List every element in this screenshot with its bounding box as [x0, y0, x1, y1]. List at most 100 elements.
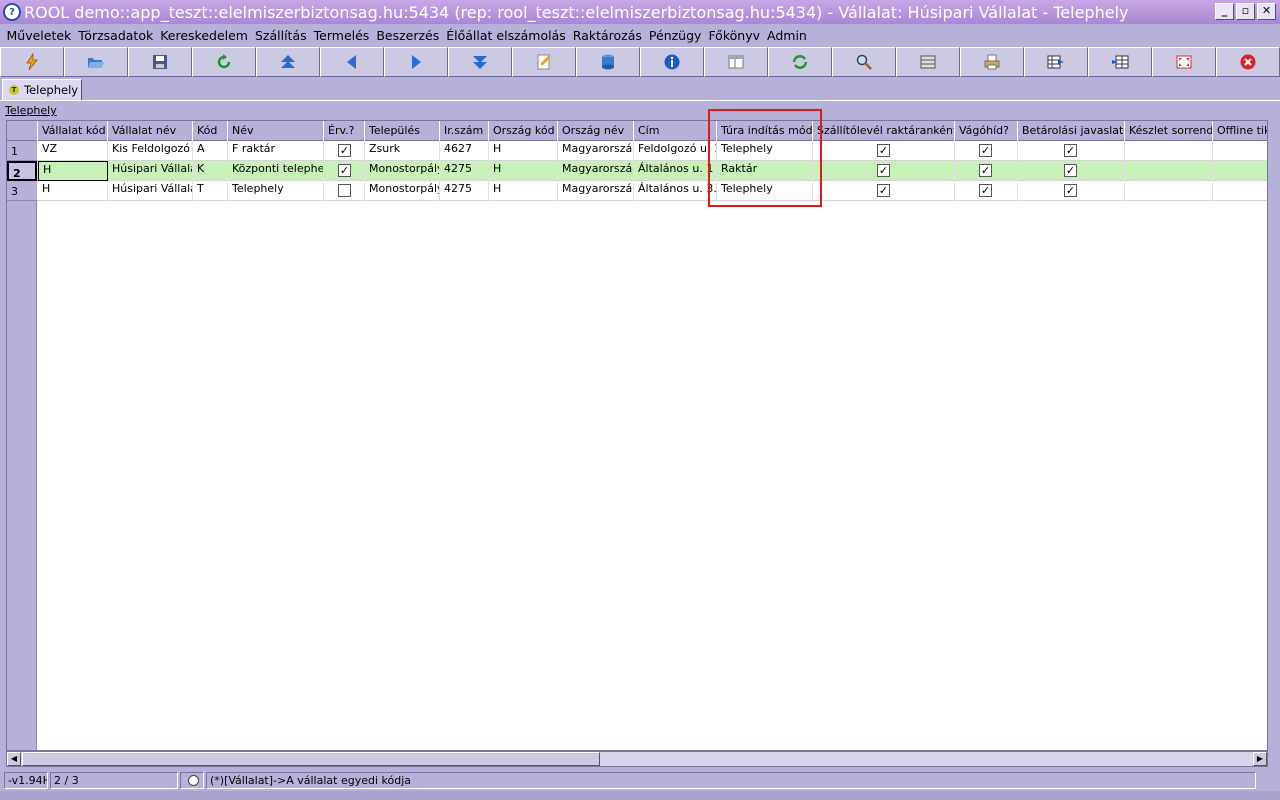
- menu-termeles[interactable]: Termelés: [310, 28, 373, 43]
- erv-checkbox[interactable]: ✓: [338, 144, 351, 157]
- cell-irszam[interactable]: 4275: [440, 161, 489, 181]
- menu-muveletek[interactable]: Műveletek: [3, 28, 75, 43]
- close-window-button[interactable]: ✕: [1257, 3, 1276, 20]
- cell-nev[interactable]: F raktár: [228, 141, 324, 161]
- row-number[interactable]: 3: [7, 181, 37, 201]
- menu-szallitas[interactable]: Szállítás: [251, 28, 310, 43]
- cell-orszag-nev[interactable]: Magyarország: [558, 181, 634, 201]
- mode-radio[interactable]: [188, 775, 199, 786]
- cell-cim[interactable]: Általános u. 3.: [634, 181, 717, 201]
- menu-kereskedelem[interactable]: Kereskedelem: [157, 28, 252, 43]
- horizontal-scrollbar[interactable]: ◀ ▶: [6, 751, 1268, 767]
- betarolasi-checkbox[interactable]: ✓: [1064, 184, 1077, 197]
- vagohid-checkbox[interactable]: ✓: [979, 144, 992, 157]
- cell-vagohid[interactable]: ✓: [955, 141, 1018, 161]
- open-button[interactable]: [64, 47, 128, 77]
- betarolasi-checkbox[interactable]: ✓: [1064, 144, 1077, 157]
- first-record-button[interactable]: [256, 47, 320, 77]
- header-betarolasi-javaslat[interactable]: Betárolási javaslat?: [1018, 121, 1125, 141]
- cell-vallalat-kod[interactable]: VZ: [38, 141, 108, 161]
- szallitolevel-checkbox[interactable]: ✓: [877, 144, 890, 157]
- next-record-button[interactable]: [384, 47, 448, 77]
- tab-telephely[interactable]: T Telephely: [2, 79, 82, 100]
- scroll-thumb[interactable]: [22, 752, 600, 766]
- minimize-button[interactable]: _: [1215, 3, 1234, 20]
- section-label[interactable]: Telephely: [5, 104, 57, 117]
- cell-irszam[interactable]: 4627: [440, 141, 489, 161]
- erv-checkbox[interactable]: [338, 184, 351, 197]
- row-number[interactable]: 1: [7, 141, 37, 161]
- header-vagohid[interactable]: Vágóhíd?: [955, 121, 1018, 141]
- szallitolevel-checkbox[interactable]: ✓: [877, 164, 890, 177]
- menu-beszerzes[interactable]: Beszerzés: [373, 28, 443, 43]
- cell-kod[interactable]: K: [193, 161, 228, 181]
- cell-keszlet-sorrend[interactable]: [1125, 141, 1213, 161]
- cell-cim[interactable]: Általános u. 1: [634, 161, 717, 181]
- scroll-right-icon[interactable]: ▶: [1253, 752, 1267, 766]
- search-button[interactable]: [832, 47, 896, 77]
- menu-admin[interactable]: Admin: [764, 28, 811, 43]
- menu-eloallat-elszamolas[interactable]: Élőállat elszámolás: [443, 28, 570, 43]
- cell-keszlet-sorrend[interactable]: [1125, 181, 1213, 201]
- cell-erv[interactable]: [324, 181, 365, 201]
- table-row-selected[interactable]: 2 H Húsipari Vállalat K Központi telephe…: [7, 161, 1267, 181]
- cell-orszag-nev[interactable]: Magyarország: [558, 161, 634, 181]
- cell-telepules[interactable]: Monostorpályi: [365, 181, 440, 201]
- grid-export-button[interactable]: [1024, 47, 1088, 77]
- cell-vagohid[interactable]: ✓: [955, 161, 1018, 181]
- menu-raktarozas[interactable]: Raktározás: [569, 28, 645, 43]
- header-erv[interactable]: Érv.?: [324, 121, 365, 141]
- vagohid-checkbox[interactable]: ✓: [979, 184, 992, 197]
- database-button[interactable]: [576, 47, 640, 77]
- cell-szallitolevel[interactable]: ✓: [813, 181, 955, 201]
- cell-offline-tikett[interactable]: [1213, 181, 1267, 201]
- cell-vallalat-nev[interactable]: Kis Feldolgozó: [108, 141, 193, 161]
- edit-button[interactable]: [512, 47, 576, 77]
- header-irszam[interactable]: Ir.szám: [440, 121, 489, 141]
- header-orszag-kod[interactable]: Ország kód: [489, 121, 558, 141]
- szallitolevel-checkbox[interactable]: ✓: [877, 184, 890, 197]
- fullscreen-button[interactable]: [1152, 47, 1216, 77]
- cell-cim[interactable]: Feldolgozó u. 1: [634, 141, 717, 161]
- cell-nev[interactable]: Telephely: [228, 181, 324, 201]
- prev-record-button[interactable]: [320, 47, 384, 77]
- cell-betarolasi[interactable]: ✓: [1018, 181, 1125, 201]
- menu-penzugy[interactable]: Pénzügy: [645, 28, 705, 43]
- cell-erv[interactable]: ✓: [324, 161, 365, 181]
- header-szallitolevel-raktarankent[interactable]: Szállítólevél raktáranként?: [813, 121, 955, 141]
- cell-nev[interactable]: Központi telephely: [228, 161, 324, 181]
- columns-button[interactable]: [896, 47, 960, 77]
- cell-orszag-nev[interactable]: Magyarország: [558, 141, 634, 161]
- cell-irszam[interactable]: 4275: [440, 181, 489, 201]
- cell-orszag-kod[interactable]: H: [489, 181, 558, 201]
- header-offline-tikett[interactable]: Offline tikett: [1213, 121, 1267, 141]
- cell-vallalat-kod[interactable]: H: [38, 181, 108, 201]
- cell-vallalat-nev[interactable]: Húsipari Vállalat: [108, 161, 193, 181]
- cell-kod[interactable]: A: [193, 141, 228, 161]
- last-record-button[interactable]: [448, 47, 512, 77]
- cell-orszag-kod[interactable]: H: [489, 161, 558, 181]
- header-vallalat-kod[interactable]: Vállalat kód: [38, 121, 108, 141]
- erv-checkbox[interactable]: ✓: [338, 164, 351, 177]
- betarolasi-checkbox[interactable]: ✓: [1064, 164, 1077, 177]
- header-cim[interactable]: Cím: [634, 121, 717, 141]
- vagohid-checkbox[interactable]: ✓: [979, 164, 992, 177]
- restore-button[interactable]: ▫: [1236, 3, 1255, 20]
- header-telepules[interactable]: Település: [365, 121, 440, 141]
- cell-offline-tikett[interactable]: [1213, 161, 1267, 181]
- refresh-green-button[interactable]: [192, 47, 256, 77]
- row-number[interactable]: 2: [7, 161, 37, 181]
- cell-telepules[interactable]: Zsurk: [365, 141, 440, 161]
- info-button[interactable]: [640, 47, 704, 77]
- cell-orszag-kod[interactable]: H: [489, 141, 558, 161]
- print-button[interactable]: [960, 47, 1024, 77]
- menu-fokonyv[interactable]: Főkönyv: [705, 28, 764, 43]
- cell-szallitolevel[interactable]: ✓: [813, 161, 955, 181]
- lightning-button[interactable]: [0, 47, 64, 77]
- cell-vagohid[interactable]: ✓: [955, 181, 1018, 201]
- scroll-left-icon[interactable]: ◀: [7, 752, 21, 766]
- header-kod[interactable]: Kód: [193, 121, 228, 141]
- cell-betarolasi[interactable]: ✓: [1018, 161, 1125, 181]
- cell-erv[interactable]: ✓: [324, 141, 365, 161]
- header-orszag-nev[interactable]: Ország név: [558, 121, 634, 141]
